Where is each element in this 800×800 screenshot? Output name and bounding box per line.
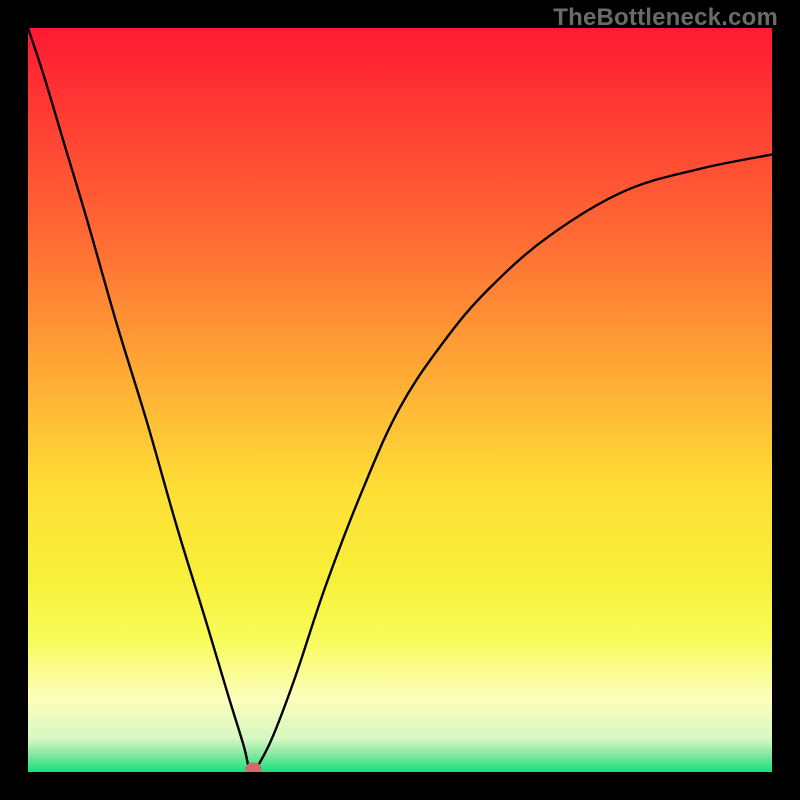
chart-frame: TheBottleneck.com — [0, 0, 800, 800]
bottleneck-plot — [28, 28, 772, 772]
plot-svg — [28, 28, 772, 772]
